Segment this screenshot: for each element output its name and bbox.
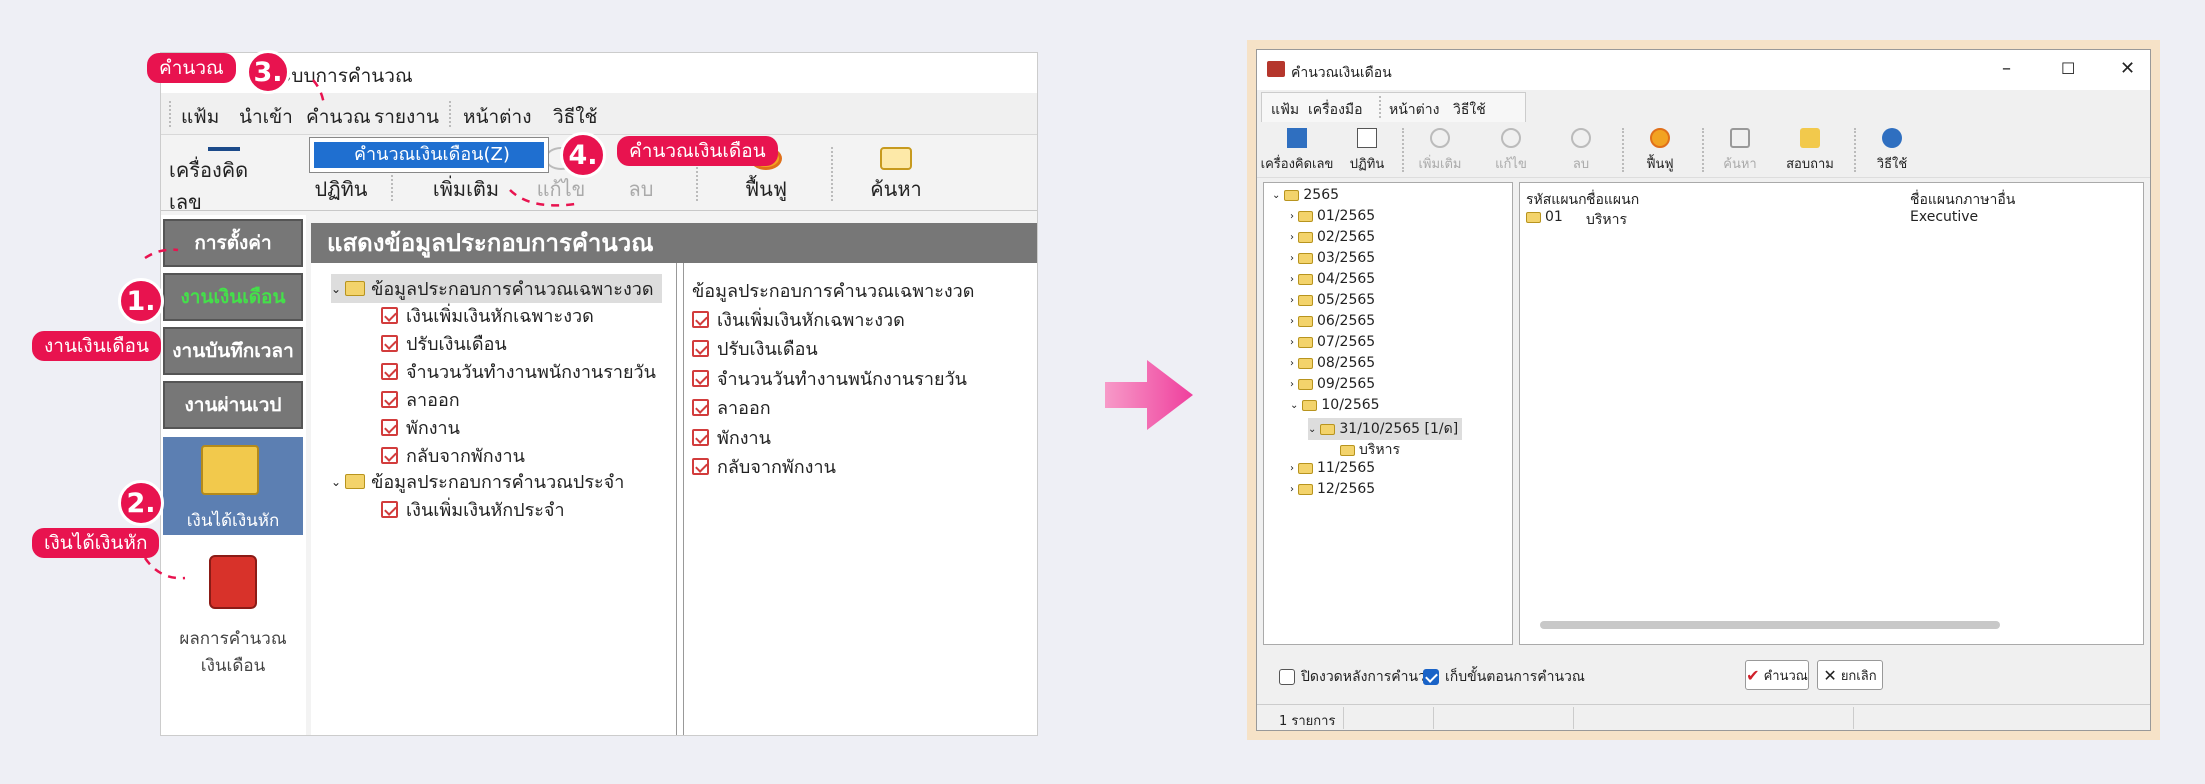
add-icon [1430,128,1450,148]
folder-icon [1298,357,1313,369]
cancel-button[interactable]: ✕ ยกเลิก [1817,660,1883,690]
x-icon: ✕ [1823,665,1837,685]
search-button[interactable]: ค้นหา [1710,128,1770,174]
annotation-label-payroll: งานเงินเดือน [32,331,161,361]
restore-button[interactable]: ฟื้นฟู [1630,128,1690,174]
delete-icon [1571,128,1591,148]
annotation-connectors [143,79,576,580]
restore-icon [1650,128,1670,148]
annotation-label-calculate-salary: คำนวณเงินเดือน [617,136,778,166]
delete-button[interactable]: ลบ [1551,128,1611,174]
bottom-bar: ปิดงวดหลังการคำนวณ เก็บขั้นตอนการคำนวณ ✔… [1257,648,2150,732]
folder-icon [1298,210,1313,222]
help-icon [1882,128,1902,148]
tree-month[interactable]: › 04/2565 [1290,271,1375,287]
step-badge-2: 2. [118,480,164,526]
folder-icon [1298,483,1313,495]
calculator-button[interactable]: เครื่องคิดเลข [1259,128,1335,174]
calculate-button[interactable]: ✔ คำนวณ [1745,660,1809,690]
cell-code: 01 [1545,209,1563,225]
folder-icon [1298,273,1313,285]
tree-month[interactable]: › 02/2565 [1290,229,1375,245]
tree-month[interactable]: ⌄ 10/2565 [1290,397,1380,413]
tree-root[interactable]: ⌄ 2565 [1272,187,1339,203]
tree-month[interactable]: › 11/2565 [1290,460,1375,476]
folder-icon [1298,462,1313,474]
edit-icon [1501,128,1521,148]
tree-month[interactable]: › 12/2565 [1290,481,1375,497]
folder-icon [1298,294,1313,306]
tree-month[interactable]: › 06/2565 [1290,313,1375,329]
keep-steps-checkbox[interactable]: เก็บขั้นตอนการคำนวณ [1423,666,1585,688]
step-badge-3: 3. [246,50,290,94]
folder-icon [1298,315,1313,327]
period-tree: ⌄ 2565 › 01/2565 › 02/2565 › 03/2565 › 04/256… [1263,182,1513,645]
folder-icon [1526,211,1541,223]
cell-other-name: Executive [1910,209,1979,225]
tree-month[interactable]: › 07/2565 [1290,334,1375,350]
folder-icon [1298,231,1313,243]
close-button[interactable]: ✕ [2120,58,2135,79]
tree-month[interactable]: › 05/2565 [1290,292,1375,308]
tree-month[interactable]: › 09/2565 [1290,376,1375,392]
table-row[interactable]: 01 บริหาร Executive [1520,207,2143,228]
arrow-right-icon [1105,360,1193,430]
folder-icon [1340,444,1355,456]
maximize-button[interactable]: ☐ [2061,59,2075,78]
folder-icon [1298,252,1313,264]
tree-period-selected[interactable]: ⌄ 31/10/2565 [1/ด] [1308,418,1463,440]
menu-tools[interactable]: เครื่องมือ [1308,99,1363,121]
cell-name: บริหาร [1586,212,1628,228]
folder-icon [1298,336,1313,348]
window-title: คำนวณเงินเดือน [1291,65,1392,81]
tree-month[interactable]: › 01/2565 [1290,208,1375,224]
calc-salary-window: คำนวณเงินเดือน – ☐ ✕ แฟ้ม เครื่องมือ หน้… [1256,49,2151,731]
menu-bar: แฟ้ม เครื่องมือ หน้าต่าง วิธีใช้ [1257,90,2150,122]
add-button[interactable]: เพิ่มเติม [1410,128,1470,174]
minimize-button[interactable]: – [2002,58,2011,79]
right-screenshot-frame: คำนวณเงินเดือน – ☐ ✕ แฟ้ม เครื่องมือ หน้… [1247,40,2160,740]
folder-icon [1320,423,1336,435]
tree-department[interactable]: บริหาร [1340,439,1400,461]
calendar-icon [1357,128,1377,148]
toolbar: เครื่องคิดเลข ปฏิทิน เพิ่มเติม แก้ไข ลบ … [1257,122,2150,178]
folder-icon [1302,399,1318,411]
edit-button[interactable]: แก้ไข [1481,128,1541,174]
horizontal-scrollbar[interactable] [1540,621,2000,629]
title-bar: คำนวณเงินเดือน – ☐ ✕ [1257,50,2150,90]
department-table: รหัสแผนก ชื่อแผนก ชื่อแผนกภาษาอื่น 01 บร… [1519,182,2144,645]
step-badge-4: 4. [560,132,606,178]
check-icon [1423,669,1439,685]
menu-window[interactable]: หน้าต่าง [1389,99,1439,121]
menu-help[interactable]: วิธีใช้ [1453,99,1486,121]
calculator-icon [1287,128,1307,148]
inquiry-icon [1800,128,1820,148]
inquiry-button[interactable]: สอบถาม [1780,128,1840,174]
calendar-button[interactable]: ปฏิทิน [1337,128,1397,174]
tree-month[interactable]: › 08/2565 [1290,355,1375,371]
app-icon [1267,61,1285,77]
step-badge-1: 1. [118,278,164,324]
status-bar: 1 รายการ [1257,704,2150,730]
folder-icon [1284,189,1300,201]
search-icon [1730,128,1750,148]
check-mark-icon: ✔ [1746,665,1760,685]
folder-icon [1298,378,1313,390]
status-count: 1 รายการ [1279,714,1336,729]
annotation-label-calculate: คำนวณ [147,53,236,83]
help-button[interactable]: วิธีใช้ [1862,128,1922,174]
close-period-checkbox[interactable]: ปิดงวดหลังการคำนวณ [1279,666,1439,688]
annotation-label-income-deduction: เงินได้เงินหัก [32,528,160,558]
menu-file[interactable]: แฟ้ม [1271,99,1299,121]
tree-month[interactable]: › 03/2565 [1290,250,1375,266]
